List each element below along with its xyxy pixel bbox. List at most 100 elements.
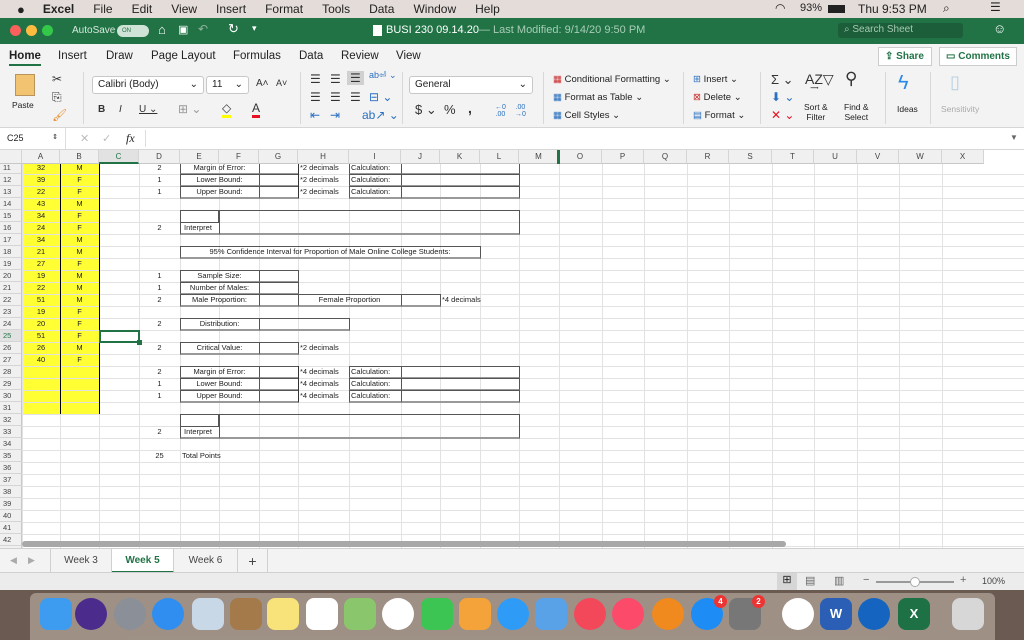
insert-function-button[interactable]: fx <box>126 131 135 146</box>
menu-file[interactable]: File <box>93 2 112 16</box>
input-cell[interactable] <box>401 294 441 307</box>
reminders-dock-icon[interactable] <box>306 598 338 630</box>
calculation-input[interactable] <box>401 390 520 403</box>
sort-filter-button[interactable]: Sort & Filter <box>804 102 828 122</box>
ideas-icon[interactable]: ϟ <box>898 72 909 95</box>
search-sheet-input[interactable]: ⌕ Search Sheet <box>838 23 963 38</box>
column-header[interactable]: K <box>440 150 480 164</box>
column-header[interactable]: J <box>401 150 440 164</box>
undo-icon[interactable]: ↶ <box>198 22 208 36</box>
column-header[interactable]: F <box>219 150 259 164</box>
autosave-toggle[interactable]: ON <box>117 25 149 37</box>
books-dock-icon[interactable] <box>652 598 684 630</box>
row-header[interactable]: 40 <box>0 510 22 522</box>
tab-insert[interactable]: Insert <box>58 50 87 62</box>
calculation-input[interactable] <box>401 186 520 199</box>
decrease-decimal-icon[interactable]: .00 →0 <box>515 104 526 118</box>
row-header[interactable]: 14 <box>0 198 22 210</box>
menu-data[interactable]: Data <box>369 2 394 16</box>
menu-format[interactable]: Format <box>265 2 303 16</box>
column-header[interactable]: O <box>559 150 602 164</box>
align-middle-icon[interactable]: ☰ <box>330 72 341 86</box>
row-header[interactable]: 12 <box>0 174 22 186</box>
paste-button[interactable]: Paste <box>12 74 40 114</box>
notification-icon[interactable]: ☰ <box>990 0 1001 14</box>
launchpad-dock-icon[interactable] <box>114 598 146 630</box>
row-header[interactable]: 32 <box>0 414 22 426</box>
wifi-icon[interactable]: ◠ <box>775 1 785 15</box>
column-header[interactable]: I <box>349 150 401 164</box>
conditional-formatting-button[interactable]: ▦ Conditional Formatting ⌄ <box>553 74 671 85</box>
column-header[interactable]: H <box>298 150 349 164</box>
column-header[interactable]: P <box>602 150 644 164</box>
name-box[interactable]: C25 ⇕ <box>0 128 66 149</box>
column-header[interactable]: M <box>519 150 559 164</box>
excel-dock-icon[interactable]: X <box>898 598 930 630</box>
page-layout-view-icon[interactable]: ▤ <box>805 574 815 587</box>
clock[interactable]: Thu 9:53 PM <box>858 2 927 16</box>
menu-help[interactable]: Help <box>475 2 500 16</box>
align-top-icon[interactable]: ☰ <box>310 72 321 86</box>
row-header[interactable]: 25 <box>0 330 22 342</box>
comma-icon[interactable]: , <box>468 100 472 116</box>
align-right-icon[interactable]: ☰ <box>350 90 361 104</box>
row-header[interactable]: 21 <box>0 282 22 294</box>
clear-icon[interactable]: ✕ ⌄ <box>771 108 794 122</box>
menu-tools[interactable]: Tools <box>322 2 350 16</box>
zoom-in-button[interactable]: + <box>960 574 966 586</box>
contacts-dock-icon[interactable] <box>230 598 262 630</box>
fill-handle[interactable] <box>137 340 142 345</box>
apple-icon[interactable]: ● <box>17 2 25 17</box>
row-header[interactable]: 39 <box>0 498 22 510</box>
bold-button[interactable]: B <box>98 104 105 115</box>
format-as-table-button[interactable]: ▦ Format as Table ⌄ <box>553 92 643 103</box>
input-cell[interactable] <box>259 294 299 307</box>
number-format-select[interactable]: General ⌄ <box>409 76 533 94</box>
increase-font-icon[interactable]: A˄ <box>256 78 269 89</box>
row-header[interactable]: 33 <box>0 426 22 438</box>
row-header[interactable]: 13 <box>0 186 22 198</box>
zoom-slider-thumb[interactable] <box>910 577 920 587</box>
horizontal-scrollbar[interactable] <box>22 541 786 547</box>
column-header[interactable]: D <box>139 150 180 164</box>
spotlight-icon[interactable]: ⌕ <box>943 1 950 16</box>
column-header[interactable]: S <box>729 150 772 164</box>
word-dock-icon[interactable]: W <box>820 598 852 630</box>
cancel-entry-icon[interactable]: ✕ <box>80 132 89 145</box>
mail-dock-icon[interactable] <box>192 598 224 630</box>
document-title[interactable]: BUSI 230 09.14.20 <box>386 24 479 36</box>
column-header[interactable]: G <box>259 150 298 164</box>
row-header[interactable]: 36 <box>0 462 22 474</box>
sort-filter-icon[interactable]: A͢Z▽ <box>805 71 834 88</box>
increase-indent-icon[interactable]: ⇥ <box>330 108 340 122</box>
zoom-level[interactable]: 100% <box>982 576 1005 586</box>
finder-dock-icon[interactable] <box>40 598 72 630</box>
menu-insert[interactable]: Insert <box>216 2 246 16</box>
font-size-select[interactable]: 11 ⌄ <box>206 76 249 94</box>
last-modified[interactable]: — Last Modified: 9/14/20 9:50 PM <box>479 24 645 36</box>
battery-icon[interactable] <box>828 5 845 13</box>
percent-icon[interactable]: % <box>444 102 456 117</box>
cell-styles-button[interactable]: ▦ Cell Styles ⌄ <box>553 110 620 121</box>
fill-color-icon[interactable]: ◇ <box>222 101 232 118</box>
trash-dock-icon[interactable] <box>952 598 984 630</box>
align-left-icon[interactable]: ☰ <box>310 90 321 104</box>
row-header[interactable]: 16 <box>0 222 22 234</box>
column-header[interactable]: L <box>480 150 519 164</box>
cut-icon[interactable]: ✂ <box>52 72 62 86</box>
column-header[interactable]: X <box>942 150 984 164</box>
page-break-view-icon[interactable]: ▥ <box>834 574 844 587</box>
interpret-input[interactable] <box>219 414 520 439</box>
zoom-slider[interactable] <box>876 577 954 587</box>
confirm-entry-icon[interactable]: ✓ <box>102 132 111 145</box>
input-cell[interactable] <box>259 318 350 331</box>
tab-review[interactable]: Review <box>341 50 379 62</box>
insert-cells-button[interactable]: ⊞ Insert ⌄ <box>693 74 738 85</box>
selected-cell-c25[interactable] <box>99 330 140 343</box>
normal-view-icon[interactable]: ⊞ <box>777 573 797 590</box>
row-header[interactable]: 35 <box>0 450 22 462</box>
row-header[interactable]: 42 <box>0 534 22 546</box>
home-icon[interactable]: ⌂ <box>158 22 166 37</box>
font-color-icon[interactable]: A <box>252 101 261 118</box>
add-sheet-button[interactable]: + <box>238 549 268 573</box>
